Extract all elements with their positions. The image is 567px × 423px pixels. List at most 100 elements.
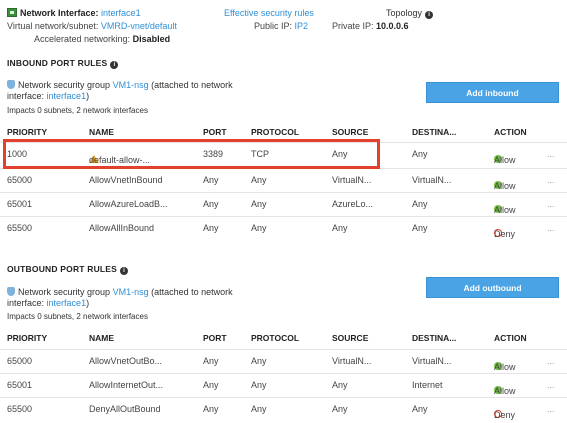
column-header[interactable]: SOURCE bbox=[332, 127, 368, 137]
nsg-interface-prefix: interface: bbox=[7, 91, 45, 101]
table-row[interactable]: 65500 AllowAllInBound Any Any Any Any De… bbox=[0, 216, 567, 239]
info-icon: i bbox=[110, 61, 119, 69]
column-header[interactable]: PORT bbox=[203, 127, 227, 137]
column-header[interactable]: DESTINA... bbox=[412, 127, 456, 137]
column-header[interactable]: ACTION bbox=[494, 127, 527, 137]
public-ip-label: Public IP: bbox=[254, 21, 293, 31]
destination-cell: Any bbox=[412, 199, 428, 209]
inbound-impacts: Impacts 0 subnets, 2 network interfaces bbox=[7, 106, 148, 115]
more-options-button[interactable]: ... bbox=[547, 175, 555, 185]
nsg-interface-prefix: interface: bbox=[7, 298, 45, 308]
vnet-link[interactable]: VMRD-vnet/default bbox=[101, 21, 177, 31]
topology-label[interactable]: Topology bbox=[386, 8, 422, 18]
effective-rules-label[interactable]: Effective security rules bbox=[224, 8, 314, 18]
port-cell: 3389 bbox=[203, 149, 224, 159]
shield-icon bbox=[7, 80, 15, 89]
name-cell: AllowVnetOutBo... bbox=[89, 356, 163, 366]
source-cell: AzureLo... bbox=[332, 199, 374, 209]
table-row[interactable]: 65000 AllowVnetInBound Any Any VirtualN.… bbox=[0, 168, 567, 191]
destination-cell: VirtualN... bbox=[412, 356, 452, 366]
interface-name-link[interactable]: interface1 bbox=[101, 8, 141, 18]
nsg-close-paren: ) bbox=[86, 298, 90, 308]
name-cell: AllowAzureLoadB... bbox=[89, 199, 168, 209]
protocol-cell: Any bbox=[251, 356, 267, 366]
shield-icon bbox=[7, 287, 15, 296]
column-header[interactable]: PORT bbox=[203, 333, 227, 343]
add-inbound-button[interactable]: Add inbound bbox=[426, 82, 559, 103]
column-header[interactable]: DESTINA... bbox=[412, 333, 456, 343]
topology-link[interactable]: Topology i bbox=[386, 8, 434, 19]
action-text: Allow bbox=[494, 205, 516, 215]
source-cell: VirtualN... bbox=[332, 356, 372, 366]
header-row-network: Virtual network/subnet: VMRD-vnet/defaul… bbox=[7, 21, 177, 31]
more-options-button[interactable]: ... bbox=[547, 356, 555, 366]
nsg-attached-text: (attached to network bbox=[151, 287, 233, 297]
inbound-table-header: PRIORITY NAME PORT PROTOCOL SOURCE DESTI… bbox=[7, 127, 562, 141]
destination-cell: VirtualN... bbox=[412, 175, 452, 185]
destination-cell: Any bbox=[412, 404, 428, 414]
destination-cell: Internet bbox=[412, 380, 443, 390]
outbound-section-title: OUTBOUND PORT RULES i bbox=[7, 264, 129, 275]
name-text: default-allow-... bbox=[89, 155, 151, 165]
protocol-cell: TCP bbox=[251, 149, 269, 159]
public-ip-link[interactable]: IP2 bbox=[295, 21, 309, 31]
column-header[interactable]: PRIORITY bbox=[7, 333, 47, 343]
port-cell: Any bbox=[203, 356, 219, 366]
table-row[interactable]: 65000 AllowVnetOutBo... Any Any VirtualN… bbox=[0, 349, 567, 372]
more-options-button[interactable]: ... bbox=[547, 380, 555, 390]
table-row[interactable]: 1000 default-allow-... 3389 TCP Any Any … bbox=[0, 142, 567, 165]
source-cell: Any bbox=[332, 380, 348, 390]
column-header[interactable]: PROTOCOL bbox=[251, 127, 299, 137]
column-header[interactable]: PRIORITY bbox=[7, 127, 47, 137]
column-header[interactable]: PROTOCOL bbox=[251, 333, 299, 343]
table-row[interactable]: 65001 AllowInternetOut... Any Any Any In… bbox=[0, 373, 567, 396]
inbound-title-text: INBOUND PORT RULES bbox=[7, 58, 108, 68]
priority-cell: 65500 bbox=[7, 223, 33, 233]
nsg-prefix: Network security group bbox=[18, 287, 111, 297]
name-cell: AllowInternetOut... bbox=[89, 380, 164, 390]
source-cell: VirtualN... bbox=[332, 175, 372, 185]
nsg-interface-link[interactable]: interface1 bbox=[47, 91, 87, 101]
priority-cell: 65001 bbox=[7, 380, 33, 390]
name-cell: DenyAllOutBound bbox=[89, 404, 161, 414]
action-text: Deny bbox=[494, 410, 516, 420]
nsg-attached-text: (attached to network bbox=[151, 80, 233, 90]
name-cell: AllowVnetInBound bbox=[89, 175, 163, 185]
nsg-interface-link[interactable]: interface1 bbox=[47, 298, 87, 308]
more-options-button[interactable]: ... bbox=[547, 199, 555, 209]
private-ip-label: Private IP: bbox=[332, 21, 374, 31]
priority-cell: 65001 bbox=[7, 199, 33, 209]
priority-cell: 65000 bbox=[7, 175, 33, 185]
column-header[interactable]: ACTION bbox=[494, 333, 527, 343]
protocol-cell: Any bbox=[251, 175, 267, 185]
destination-cell: Any bbox=[412, 223, 428, 233]
nsg-name-link[interactable]: VM1-nsg bbox=[113, 287, 149, 297]
priority-cell: 65500 bbox=[7, 404, 33, 414]
port-cell: Any bbox=[203, 404, 219, 414]
action-text: Allow bbox=[494, 386, 516, 396]
add-outbound-button[interactable]: Add outbound bbox=[426, 277, 559, 298]
column-header[interactable]: NAME bbox=[89, 127, 114, 137]
table-row[interactable]: 65001 AllowAzureLoadB... Any Any AzureLo… bbox=[0, 192, 567, 215]
priority-cell: 1000 bbox=[7, 149, 28, 159]
action-text: Allow bbox=[494, 181, 516, 191]
accel-value: Disabled bbox=[132, 34, 171, 44]
private-ip-value: 10.0.0.6 bbox=[376, 21, 409, 31]
more-options-button[interactable]: ... bbox=[547, 404, 555, 414]
nsg-name-link[interactable]: VM1-nsg bbox=[113, 80, 149, 90]
outbound-impacts: Impacts 0 subnets, 2 network interfaces bbox=[7, 312, 148, 321]
protocol-cell: Any bbox=[251, 199, 267, 209]
column-header[interactable]: NAME bbox=[89, 333, 114, 343]
column-header[interactable]: SOURCE bbox=[332, 333, 368, 343]
table-row[interactable]: 65500 DenyAllOutBound Any Any Any Any De… bbox=[0, 397, 567, 420]
info-icon: i bbox=[425, 11, 434, 19]
protocol-cell: Any bbox=[251, 223, 267, 233]
more-options-button[interactable]: ... bbox=[547, 223, 555, 233]
priority-cell: 65000 bbox=[7, 356, 33, 366]
port-cell: Any bbox=[203, 175, 219, 185]
port-cell: Any bbox=[203, 380, 219, 390]
more-options-button[interactable]: ... bbox=[547, 149, 555, 159]
private-ip-group: Private IP: 10.0.0.6 bbox=[332, 21, 409, 31]
action-text: Allow bbox=[494, 155, 516, 165]
effective-rules-link[interactable]: Effective security rules bbox=[224, 8, 314, 18]
